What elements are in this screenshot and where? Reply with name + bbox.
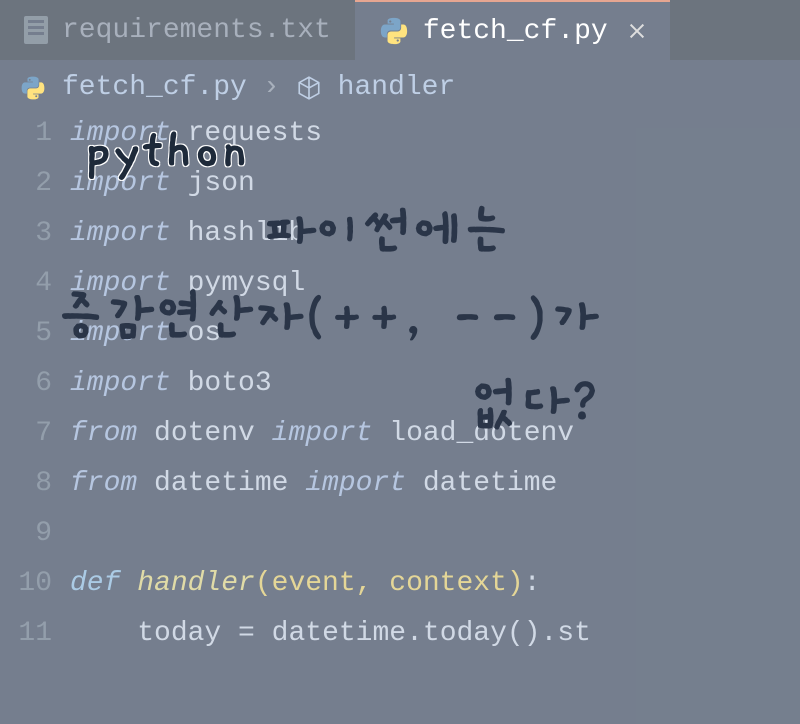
keyword: import — [70, 118, 171, 149]
code-line: import json — [70, 159, 591, 209]
punctuation: : — [524, 568, 541, 599]
breadcrumb-bar: fetch_cf.py › handler — [0, 60, 800, 109]
code-line: import requests — [70, 109, 591, 159]
code-content[interactable]: import requests import json import hashl… — [70, 109, 591, 659]
breadcrumb-symbol[interactable]: handler — [338, 72, 456, 103]
code-line: def handler(event, context): — [70, 559, 591, 609]
close-icon[interactable] — [628, 22, 646, 40]
code-line: import os — [70, 309, 591, 359]
python-icon — [20, 75, 46, 101]
chevron-right-icon: › — [263, 72, 280, 103]
identifier: pymysql — [171, 268, 305, 299]
text-file-icon — [24, 16, 48, 44]
keyword: def — [70, 568, 120, 599]
tab-label: fetch_cf.py — [423, 16, 608, 47]
line-number: 10 — [0, 559, 52, 609]
line-number: 7 — [0, 409, 52, 459]
identifier: json — [171, 168, 255, 199]
keyword: import — [70, 268, 171, 299]
python-icon — [379, 16, 409, 46]
code-editor[interactable]: 1 2 3 4 5 6 7 8 9 10 11 import requests … — [0, 109, 800, 659]
code-line: import hashlib — [70, 209, 591, 259]
identifier: dotenv — [137, 418, 271, 449]
line-number: 6 — [0, 359, 52, 409]
indent — [70, 618, 137, 649]
keyword: import — [305, 468, 406, 499]
breadcrumb-file[interactable]: fetch_cf.py — [62, 72, 247, 103]
code-line: from dotenv import load_dotenv — [70, 409, 591, 459]
identifier: load_dotenv — [372, 418, 574, 449]
line-number: 11 — [0, 609, 52, 659]
code-line: from datetime import datetime — [70, 459, 591, 509]
identifier: boto3 — [171, 368, 272, 399]
arguments: (event, context) — [255, 568, 524, 599]
line-number: 5 — [0, 309, 52, 359]
identifier: today — [137, 618, 238, 649]
code-line — [70, 509, 591, 559]
keyword: import — [70, 318, 171, 349]
code-line: import boto3 — [70, 359, 591, 409]
identifier: datetime.today().st — [255, 618, 591, 649]
tab-label: requirements.txt — [62, 15, 331, 46]
code-line: import pymysql — [70, 259, 591, 309]
keyword: import — [272, 418, 373, 449]
gutter: 1 2 3 4 5 6 7 8 9 10 11 — [0, 109, 70, 659]
identifier: datetime — [406, 468, 557, 499]
line-number: 1 — [0, 109, 52, 159]
keyword: from — [70, 418, 137, 449]
line-number: 3 — [0, 209, 52, 259]
operator: = — [238, 618, 255, 649]
keyword: import — [70, 218, 171, 249]
line-number: 4 — [0, 259, 52, 309]
identifier: requests — [171, 118, 322, 149]
tab-fetch-cf[interactable]: fetch_cf.py — [355, 0, 670, 60]
identifier: os — [171, 318, 221, 349]
tab-requirements[interactable]: requirements.txt — [0, 0, 355, 60]
keyword: import — [70, 168, 171, 199]
tab-bar: requirements.txt fetch_cf.py — [0, 0, 800, 60]
symbol-module-icon — [296, 75, 322, 101]
identifier: datetime — [137, 468, 305, 499]
line-number: 9 — [0, 509, 52, 559]
keyword: import — [70, 368, 171, 399]
function-name: handler — [120, 568, 254, 599]
keyword: from — [70, 468, 137, 499]
line-number: 8 — [0, 459, 52, 509]
line-number: 2 — [0, 159, 52, 209]
code-line: today = datetime.today().st — [70, 609, 591, 659]
identifier: hashlib — [171, 218, 305, 249]
